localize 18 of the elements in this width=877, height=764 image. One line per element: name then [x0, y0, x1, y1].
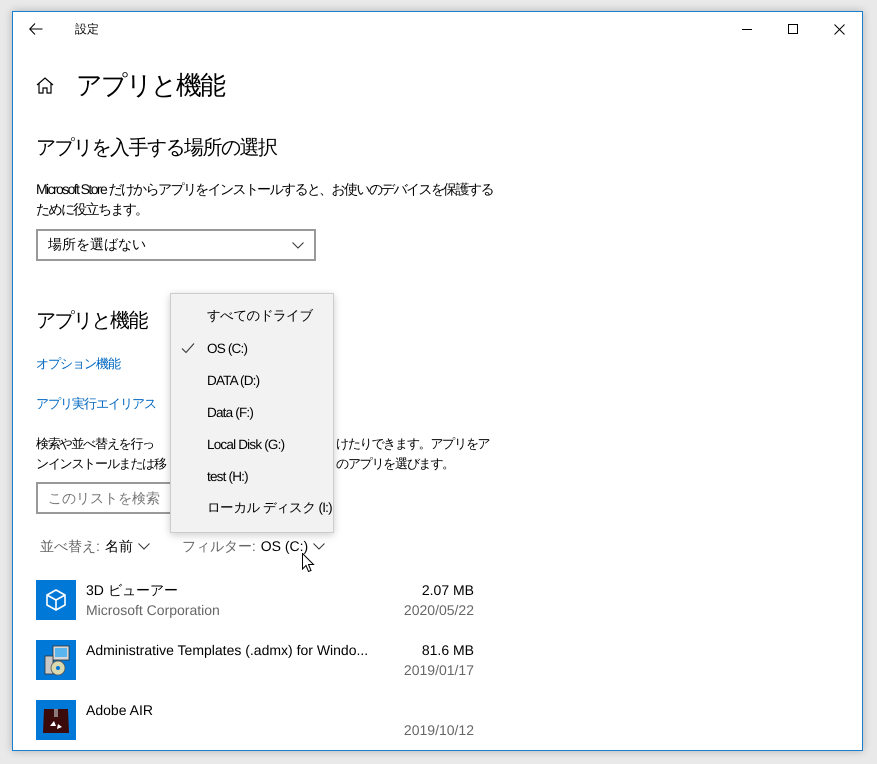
description-text: のアプリを選びます。 [336, 455, 454, 473]
install-date: 2019/10/12 [404, 721, 474, 740]
description-text: けたりできます。アプリをア [336, 435, 490, 453]
page-title: アプリと機能 [76, 68, 224, 102]
window-title: 設定 [75, 20, 99, 38]
app-size: 2.07 MB [422, 581, 474, 600]
app-publisher: Microsoft Corporation [86, 601, 221, 620]
description-text: Microsoft Store だけからアプリをインストールすると、お使いのデバイスを保護するために役立ちます。 [36, 180, 494, 219]
install-date: 2020/05/22 [404, 601, 474, 620]
app-size: 81.6 MB [422, 641, 474, 660]
app-name: Adobe AIR [86, 701, 154, 720]
section-heading: アプリを入手する場所の選択 [36, 137, 276, 159]
description-text: 検索や並べ替えを行っ [36, 435, 154, 453]
app-name: 3D ビューアー [86, 581, 179, 600]
description-text: ンインストールまたは移 [36, 455, 166, 473]
app-name: Administrative Templates (.admx) for Windo... [86, 641, 370, 660]
section-heading: アプリと機能 [36, 310, 147, 332]
install-date: 2019/01/17 [404, 661, 474, 680]
